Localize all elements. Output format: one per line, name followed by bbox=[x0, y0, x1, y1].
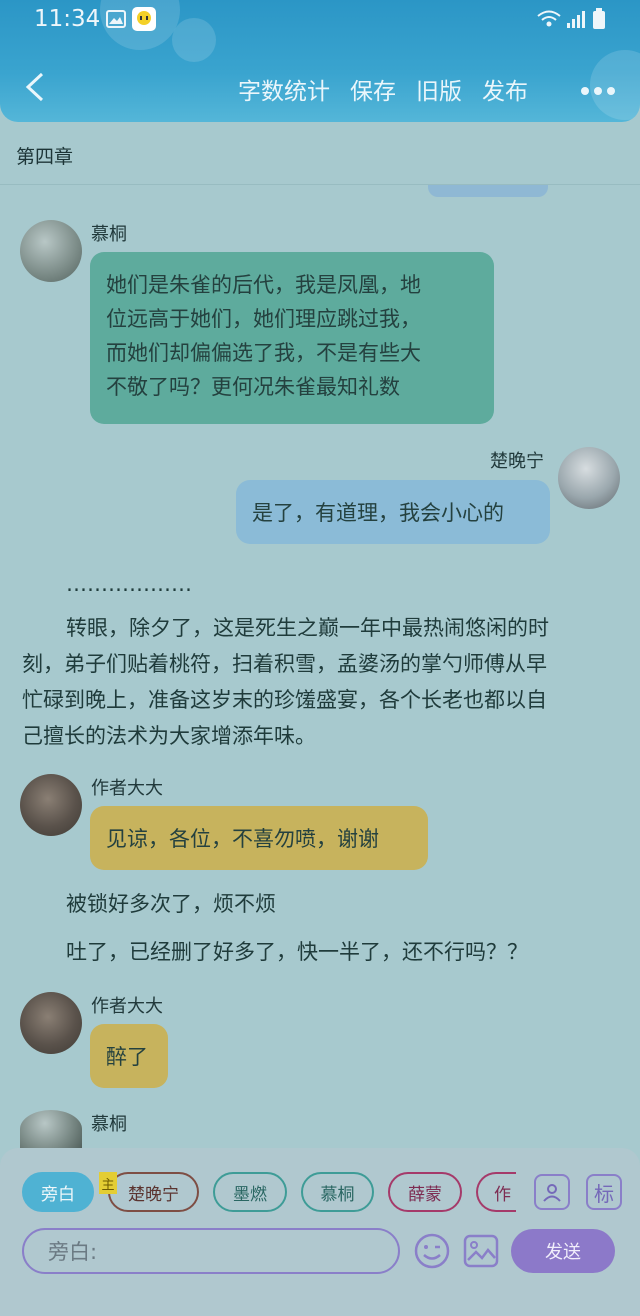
role-chip-chu-wanning[interactable]: 楚晚宁 bbox=[108, 1172, 199, 1212]
narration-ellipsis[interactable]: ……………… bbox=[66, 566, 192, 602]
battery-icon bbox=[592, 8, 606, 36]
avatar[interactable] bbox=[558, 447, 620, 509]
role-manage-button[interactable] bbox=[534, 1174, 570, 1210]
app-header: 11:34 字数统计 保存 旧版 发布 bbox=[0, 0, 640, 122]
message-line: 她们是朱雀的后代，我是凤凰，地 bbox=[106, 273, 421, 297]
wifi-icon bbox=[536, 9, 562, 35]
main-role-tag: 主 bbox=[99, 1172, 117, 1194]
narration-paragraph[interactable]: 转眼，除夕了，这是死生之巅一年中最热闹悠闲的时 刻，弟子们贴着桃符，扫着积雪，孟… bbox=[22, 610, 622, 754]
avatar[interactable] bbox=[20, 992, 82, 1054]
save-button[interactable]: 保存 bbox=[350, 72, 396, 106]
signal-icon bbox=[566, 9, 586, 35]
message-text: 是了，有道理，我会小心的 bbox=[252, 501, 504, 525]
speaker-name: 慕桐 bbox=[91, 1114, 127, 1135]
narration-line: 己擅长的法术为大家增添年味。 bbox=[22, 724, 316, 748]
gallery-icon bbox=[106, 9, 126, 34]
chat-bubble[interactable]: 醉了 bbox=[90, 1024, 168, 1088]
message-text: 见谅，各位，不喜勿喷，谢谢 bbox=[106, 827, 379, 851]
narration-line: 转眼，除夕了，这是死生之巅一年中最热闹悠闲的时 bbox=[66, 616, 549, 640]
role-chip-mu-tong[interactable]: 慕桐 bbox=[301, 1172, 374, 1212]
narration-line: 忙碌到晚上，准备这岁末的珍馐盛宴，各个长老也都以自 bbox=[22, 688, 547, 712]
person-card-icon bbox=[543, 1184, 561, 1202]
narration-line[interactable]: 吐了，已经删了好多了，快一半了，还不行吗？？ bbox=[66, 934, 528, 970]
chevron-left-icon bbox=[25, 72, 44, 102]
chat-bubble[interactable] bbox=[428, 185, 548, 197]
word-count-button[interactable]: 字数统计 bbox=[238, 72, 330, 106]
image-button[interactable] bbox=[462, 1232, 500, 1270]
chat-app-icon bbox=[132, 7, 156, 37]
image-icon bbox=[463, 1234, 499, 1268]
role-chip-mo-ran[interactable]: 墨燃 bbox=[213, 1172, 287, 1212]
message-input[interactable]: 旁白: bbox=[22, 1228, 400, 1274]
publish-button[interactable]: 发布 bbox=[482, 72, 528, 106]
more-button[interactable] bbox=[580, 70, 616, 103]
header-actions: 字数统计 保存 旧版 发布 bbox=[238, 72, 528, 106]
role-chip-author[interactable]: 作 bbox=[476, 1172, 516, 1212]
narration-line: 刻，弟子们贴着桃符，扫着积雪，孟婆汤的掌勺师傅从早 bbox=[22, 652, 547, 676]
role-chip-narrator[interactable]: 旁白 bbox=[22, 1172, 94, 1212]
avatar[interactable] bbox=[20, 1110, 82, 1148]
tag-button[interactable]: 标 bbox=[586, 1174, 622, 1210]
send-button[interactable]: 发送 bbox=[511, 1229, 615, 1273]
chat-bubble[interactable]: 是了，有道理，我会小心的 bbox=[236, 480, 550, 544]
emoji-icon bbox=[414, 1233, 450, 1269]
old-version-button[interactable]: 旧版 bbox=[416, 72, 462, 106]
chat-bubble[interactable]: 她们是朱雀的后代，我是凤凰，地 位远高于她们，她们理应跳过我， 而她们却偏偏选了… bbox=[90, 252, 494, 424]
narration-line[interactable]: 被锁好多次了，烦不烦 bbox=[66, 886, 276, 922]
speaker-name: 楚晚宁 bbox=[490, 451, 544, 472]
speaker-name: 作者大大 bbox=[91, 996, 163, 1017]
message-line: 不敬了吗？更何况朱雀最知礼数 bbox=[106, 375, 400, 399]
message-text: 醉了 bbox=[106, 1045, 148, 1069]
message-line: 而她们却偏偏选了我，不是有些大 bbox=[106, 341, 421, 365]
status-time: 11:34 bbox=[34, 6, 101, 32]
more-dots-icon bbox=[581, 87, 615, 95]
avatar[interactable] bbox=[20, 220, 82, 282]
status-bar: 11:34 bbox=[0, 0, 640, 40]
chat-bubble[interactable]: 见谅，各位，不喜勿喷，谢谢 bbox=[90, 806, 428, 870]
avatar[interactable] bbox=[20, 774, 82, 836]
speaker-name: 作者大大 bbox=[91, 778, 163, 799]
chapter-title[interactable]: 第四章 bbox=[16, 142, 73, 169]
speaker-name: 慕桐 bbox=[91, 224, 127, 245]
role-chip-xue-meng[interactable]: 薛蒙 bbox=[388, 1172, 462, 1212]
message-line: 位远高于她们，她们理应跳过我， bbox=[106, 307, 421, 331]
back-button[interactable] bbox=[22, 70, 52, 104]
emoji-button[interactable] bbox=[413, 1232, 451, 1270]
